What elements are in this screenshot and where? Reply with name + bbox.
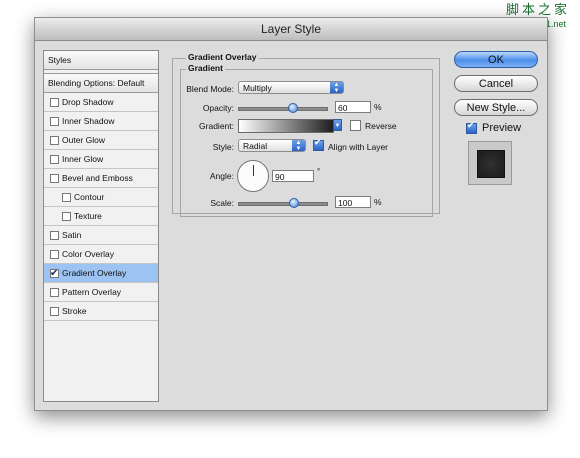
- scale-value: 100: [338, 198, 353, 208]
- style-item[interactable]: Inner Shadow: [44, 112, 158, 131]
- layer-style-dialog: Layer Style Styles Blending Options: Def…: [34, 17, 548, 411]
- scale-slider[interactable]: [238, 198, 328, 208]
- style-item[interactable]: Stroke: [44, 302, 158, 321]
- cancel-button[interactable]: Cancel: [454, 75, 538, 92]
- style-item-label: Outer Glow: [62, 135, 105, 145]
- blend-mode-value: Multiply: [243, 83, 272, 93]
- opacity-value: 60: [338, 103, 348, 113]
- group-title: Gradient Overlay: [186, 52, 259, 62]
- angle-value: 90: [275, 172, 285, 182]
- style-item-checkbox[interactable]: [50, 307, 59, 316]
- ok-button[interactable]: OK: [454, 51, 538, 68]
- subgroup-title: Gradient: [186, 63, 225, 73]
- style-item[interactable]: Pattern Overlay: [44, 283, 158, 302]
- scale-field[interactable]: 100: [335, 196, 371, 208]
- preview-checkbox[interactable]: [466, 121, 477, 134]
- style-item-label: Pattern Overlay: [62, 287, 122, 297]
- angle-label: Angle:: [209, 171, 234, 181]
- style-item-checkbox[interactable]: [50, 98, 59, 107]
- style-item-checkbox[interactable]: [50, 265, 59, 283]
- preview-swatch: [477, 150, 505, 178]
- reverse-label: Reverse: [365, 121, 397, 131]
- style-item[interactable]: Texture: [44, 207, 158, 226]
- style-item[interactable]: Color Overlay: [44, 245, 158, 264]
- style-value: Radial: [243, 141, 268, 151]
- style-item-label: Drop Shadow: [62, 97, 114, 107]
- style-item[interactable]: Satin: [44, 226, 158, 245]
- opacity-field[interactable]: 60: [335, 101, 371, 113]
- style-label: Style:: [212, 142, 234, 152]
- styles-header[interactable]: Styles: [44, 51, 158, 70]
- angle-field[interactable]: 90: [272, 170, 314, 182]
- style-item-label: Inner Shadow: [62, 116, 115, 126]
- style-item-label: Bevel and Emboss: [62, 173, 133, 183]
- style-item-label: Inner Glow: [62, 154, 104, 164]
- preview-label: Preview: [482, 122, 522, 134]
- scale-slider-thumb[interactable]: [289, 198, 299, 208]
- gradient-overlay-panel: Gradient Overlay Gradient Blend Mode: Mu…: [172, 52, 440, 217]
- style-item-label: Color Overlay: [62, 249, 114, 259]
- style-item[interactable]: Inner Glow: [44, 150, 158, 169]
- opacity-unit: %: [374, 102, 382, 112]
- style-item-label: Satin: [62, 230, 82, 240]
- angle-dial-hand: [253, 165, 254, 176]
- style-item-label: Contour: [74, 192, 105, 202]
- style-item-label: Texture: [74, 211, 102, 221]
- style-item[interactable]: Bevel and Emboss: [44, 169, 158, 188]
- style-item-checkbox[interactable]: [50, 231, 59, 240]
- scale-unit: %: [374, 197, 382, 207]
- select-arrows-icon: ▲ ▼: [330, 82, 343, 94]
- style-item-checkbox[interactable]: [50, 136, 59, 145]
- opacity-slider[interactable]: [238, 103, 328, 113]
- style-item-checkbox[interactable]: [50, 288, 59, 297]
- scale-label: Scale:: [210, 198, 234, 208]
- new-style-button[interactable]: New Style...: [454, 99, 538, 116]
- gradient-swatch[interactable]: [238, 119, 334, 133]
- dialog-title: Layer Style: [35, 18, 547, 41]
- style-item-checkbox[interactable]: [62, 193, 71, 202]
- align-with-layer-checkbox[interactable]: [313, 138, 324, 151]
- style-item-checkbox[interactable]: [62, 212, 71, 221]
- style-item-checkbox[interactable]: [50, 155, 59, 164]
- opacity-label: Opacity:: [202, 103, 234, 113]
- preview-thumbnail: [468, 141, 512, 185]
- blend-mode-label: Blend Mode:: [186, 84, 234, 94]
- style-item-label: Stroke: [62, 306, 87, 316]
- degree-symbol: °: [317, 167, 321, 176]
- styles-list: Styles Blending Options: Default Drop Sh…: [43, 50, 159, 402]
- gradient-label: Gradient:: [199, 121, 234, 131]
- style-item-checkbox[interactable]: [50, 117, 59, 126]
- angle-dial[interactable]: [237, 160, 269, 192]
- gradient-picker-arrow-icon[interactable]: ▼: [333, 119, 342, 131]
- style-item-checkbox[interactable]: [50, 174, 59, 183]
- reverse-checkbox[interactable]: [350, 120, 361, 131]
- opacity-slider-thumb[interactable]: [288, 103, 298, 113]
- select-arrows-icon: ▲ ▼: [292, 140, 305, 152]
- align-with-layer-label: Align with Layer: [328, 142, 389, 152]
- blending-options-item[interactable]: Blending Options: Default: [44, 73, 158, 93]
- blend-mode-select[interactable]: Multiply ▲ ▼: [238, 81, 344, 94]
- style-select[interactable]: Radial ▲ ▼: [238, 139, 306, 152]
- style-item-label: Gradient Overlay: [62, 268, 127, 278]
- style-item[interactable]: Gradient Overlay: [44, 264, 158, 283]
- style-item[interactable]: Contour: [44, 188, 158, 207]
- style-item-checkbox[interactable]: [50, 250, 59, 259]
- style-item[interactable]: Drop Shadow: [44, 93, 158, 112]
- style-item[interactable]: Outer Glow: [44, 131, 158, 150]
